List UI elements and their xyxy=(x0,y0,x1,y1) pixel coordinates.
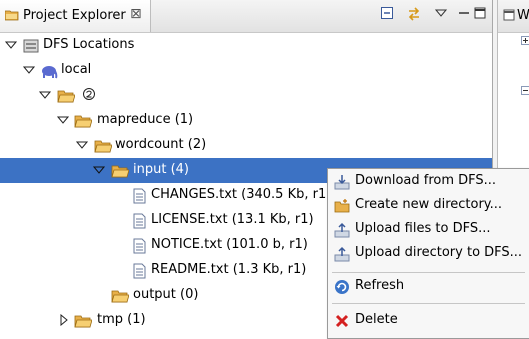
menu-item-create-directory[interactable]: Create new directory... xyxy=(328,194,529,218)
new-folder-icon xyxy=(334,198,350,214)
menu-item-label: Delete xyxy=(355,312,398,327)
tree-item-root-folder[interactable] xyxy=(0,83,492,108)
tree-item-local[interactable]: local xyxy=(0,58,492,83)
hadoop-elephant-icon xyxy=(40,63,58,79)
link-editor-icon[interactable] xyxy=(405,6,423,24)
folder-icon xyxy=(94,138,112,154)
tree-label: input (4) xyxy=(133,162,189,177)
tree-item-dfs-locations[interactable]: DFS Locations xyxy=(0,33,492,58)
tree-label: DFS Locations xyxy=(43,37,134,52)
adjacent-view-title: W xyxy=(517,8,529,23)
folder-icon xyxy=(111,288,129,304)
upload-icon xyxy=(334,246,350,262)
chevron-down-icon[interactable] xyxy=(76,139,88,151)
tree-label: wordcount (2) xyxy=(115,137,206,152)
menu-separator xyxy=(332,303,525,304)
tree-item-wordcount[interactable]: wordcount (2) xyxy=(0,133,492,158)
menu-item-upload-directory[interactable]: Upload directory to DFS... xyxy=(328,242,529,266)
collapse-all-icon[interactable] xyxy=(378,6,396,24)
tree-label: README.txt (1.3 Kb, r1) xyxy=(151,262,306,277)
dfs-locations-icon xyxy=(22,38,40,54)
menu-item-label: Create new directory... xyxy=(355,197,502,212)
chevron-down-icon[interactable] xyxy=(39,89,51,101)
menu-item-label: Download from DFS... xyxy=(355,173,496,188)
refresh-icon xyxy=(334,279,350,295)
chevron-down-icon[interactable] xyxy=(23,64,35,76)
view-header: Project Explorer ⊠ xyxy=(0,0,492,33)
delete-icon xyxy=(334,313,350,329)
document-tab-icon xyxy=(503,9,515,21)
tree-label: CHANGES.txt (340.5 Kb, r1) xyxy=(151,187,331,202)
folder-icon xyxy=(111,163,129,179)
chevron-down-icon[interactable] xyxy=(5,39,17,51)
tree-label: mapreduce (1) xyxy=(97,112,193,127)
close-icon[interactable]: ⊠ xyxy=(130,6,142,22)
tree-label: local xyxy=(61,62,91,77)
folder-icon xyxy=(74,313,92,329)
tree-label: NOTICE.txt (101.0 b, r1) xyxy=(151,237,308,252)
chevron-down-icon[interactable] xyxy=(57,114,69,126)
menu-separator xyxy=(332,272,525,273)
unnamed-directory-icon xyxy=(82,87,96,101)
upload-icon xyxy=(334,222,350,238)
tree-label: output (0) xyxy=(133,287,198,302)
chevron-right-icon[interactable] xyxy=(58,314,70,326)
expand-icon[interactable] xyxy=(521,36,529,45)
folder-tab-icon xyxy=(5,9,19,21)
menu-item-label: Refresh xyxy=(355,278,404,293)
maximize-icon[interactable] xyxy=(471,6,489,24)
menu-item-label: Upload files to DFS... xyxy=(355,221,490,236)
file-icon xyxy=(130,188,148,204)
chevron-down-icon[interactable] xyxy=(93,164,105,176)
file-icon xyxy=(130,238,148,254)
tree-label: tmp (1) xyxy=(97,312,146,327)
menu-item-refresh[interactable]: Refresh xyxy=(328,275,529,299)
view-title: Project Explorer xyxy=(23,8,126,23)
view-menu-icon[interactable] xyxy=(432,6,450,24)
tree-label: LICENSE.txt (13.1 Kb, r1) xyxy=(151,212,314,227)
download-icon xyxy=(334,174,350,190)
menu-item-label: Upload directory to DFS... xyxy=(355,245,522,260)
menu-item-download[interactable]: Download from DFS... xyxy=(328,170,529,194)
folder-icon xyxy=(74,113,92,129)
tree-label xyxy=(82,87,96,105)
adjacent-view-tab[interactable]: W xyxy=(498,0,529,33)
menu-item-upload-files[interactable]: Upload files to DFS... xyxy=(328,218,529,242)
file-icon xyxy=(130,263,148,279)
collapse-icon[interactable] xyxy=(521,86,529,95)
menu-item-delete[interactable]: Delete xyxy=(328,309,529,333)
context-menu: Download from DFS... Create new director… xyxy=(327,168,529,339)
folder-icon xyxy=(57,88,75,104)
project-explorer-tab[interactable]: Project Explorer ⊠ xyxy=(0,0,151,32)
tree-item-mapreduce[interactable]: mapreduce (1) xyxy=(0,108,492,133)
file-icon xyxy=(130,213,148,229)
